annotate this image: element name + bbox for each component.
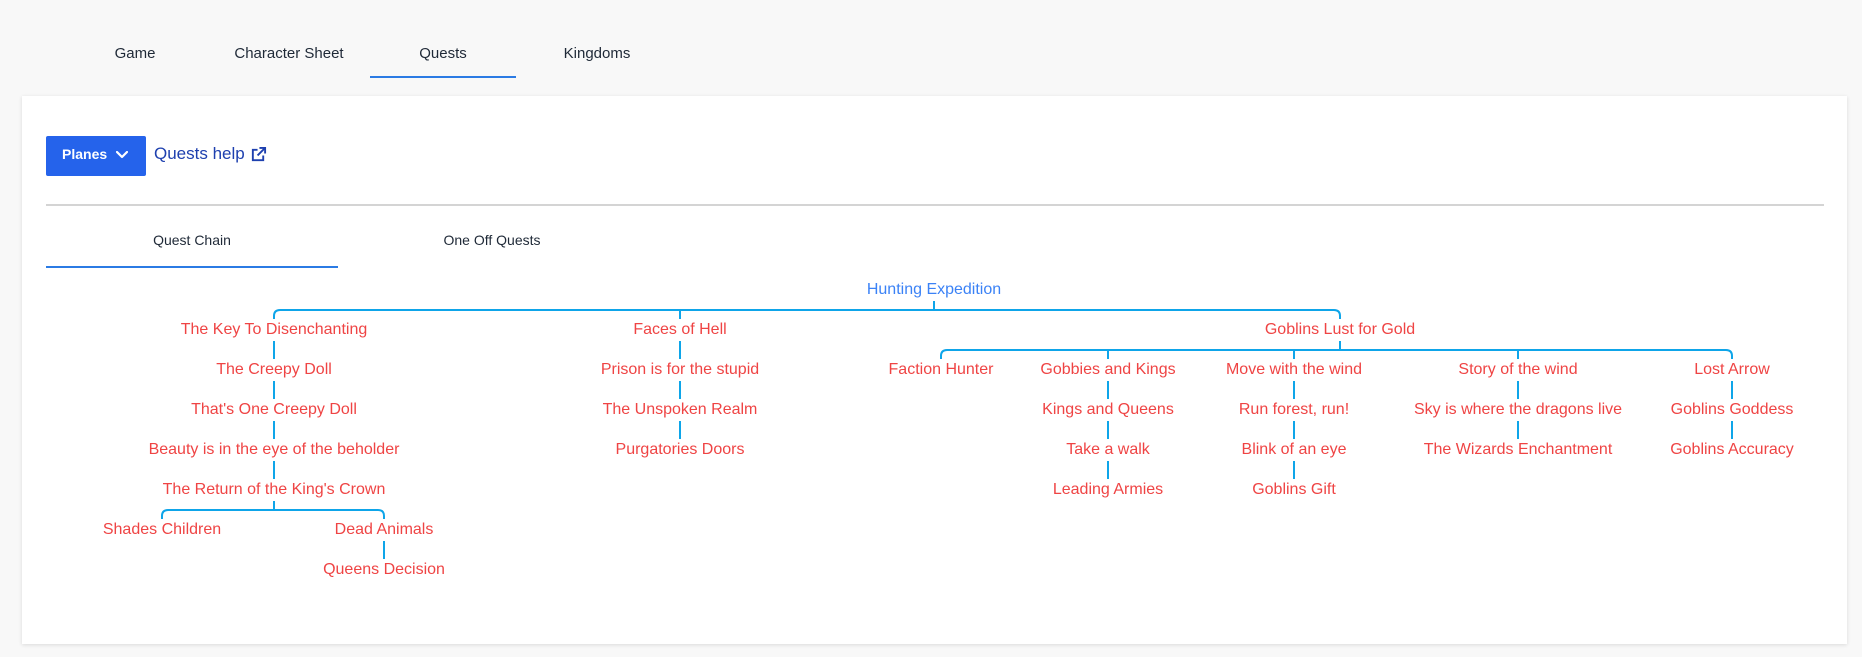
quest-node[interactable]: Shades Children: [103, 520, 221, 540]
quest-node[interactable]: Dead Animals: [335, 520, 434, 540]
connector-bracket: [161, 509, 385, 519]
connector-bracket: [273, 309, 1341, 319]
quest-node[interactable]: The Creepy Doll: [216, 360, 332, 380]
quest-node[interactable]: The Key To Disenchanting: [181, 320, 367, 340]
quest-node[interactable]: Run forest, run!: [1239, 400, 1349, 420]
quest-node[interactable]: The Wizards Enchantment: [1424, 440, 1613, 460]
quest-node[interactable]: Story of the wind: [1458, 360, 1577, 380]
quest-node[interactable]: Kings and Queens: [1042, 400, 1174, 420]
quest-node[interactable]: Goblins Accuracy: [1670, 440, 1794, 460]
quest-node[interactable]: Goblins Goddess: [1671, 400, 1794, 420]
connector-bracket: [940, 349, 1733, 359]
quest-node[interactable]: Lost Arrow: [1694, 360, 1770, 380]
quest-node[interactable]: Queens Decision: [323, 560, 445, 580]
quest-node[interactable]: Leading Armies: [1053, 480, 1163, 500]
quest-node[interactable]: Move with the wind: [1226, 360, 1362, 380]
quest-node[interactable]: Blink of an eye: [1242, 440, 1347, 460]
quest-node[interactable]: Gobbies and Kings: [1040, 360, 1175, 380]
quest-node[interactable]: Prison is for the stupid: [601, 360, 759, 380]
quest-node[interactable]: Goblins Gift: [1252, 480, 1336, 500]
quest-node[interactable]: The Return of the King's Crown: [163, 480, 386, 500]
quest-root-node[interactable]: Hunting Expedition: [867, 280, 1001, 300]
quest-node[interactable]: Sky is where the dragons live: [1414, 400, 1622, 420]
quest-node[interactable]: Goblins Lust for Gold: [1265, 320, 1415, 340]
quest-node[interactable]: The Unspoken Realm: [603, 400, 758, 420]
quest-node[interactable]: Beauty is in the eye of the beholder: [149, 440, 400, 460]
quest-node[interactable]: Purgatories Doors: [616, 440, 745, 460]
quest-node[interactable]: Faces of Hell: [633, 320, 726, 340]
quest-node[interactable]: That's One Creepy Doll: [191, 400, 357, 420]
quest-node[interactable]: Faction Hunter: [889, 360, 994, 380]
quest-node[interactable]: Take a walk: [1066, 440, 1150, 460]
